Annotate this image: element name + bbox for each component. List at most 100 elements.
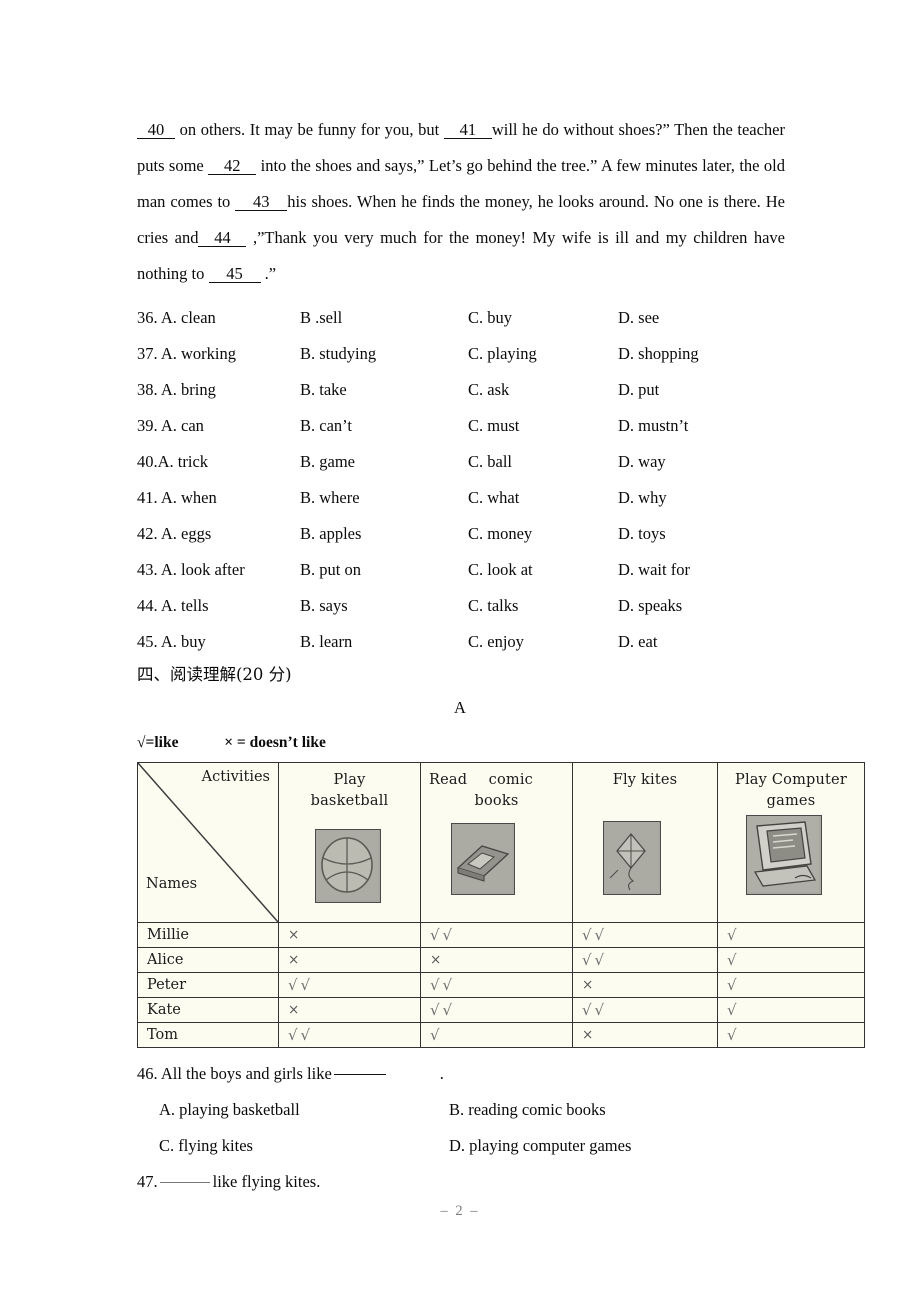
kite-icon [603, 821, 661, 895]
cloze-blank-44[interactable]: 44 [198, 229, 247, 248]
column-header-play-basketball: Play basketball [278, 762, 421, 923]
cloze-blank-42[interactable]: 42 [208, 157, 257, 176]
preference-cell: √ [717, 922, 865, 948]
check-icon: √ [727, 926, 740, 944]
preference-cell: × [278, 947, 421, 973]
preference-cell: √ [420, 1022, 573, 1048]
student-name-cell: Millie [137, 922, 279, 948]
cloze-option-c[interactable]: C. buy [468, 308, 618, 328]
header-line-2: games [766, 793, 816, 809]
option-46-a[interactable]: A. playing basketball [159, 1100, 449, 1120]
cloze-option-a[interactable]: 37. A. working [137, 344, 300, 364]
cloze-option-a[interactable]: 41. A. when [137, 488, 300, 508]
check-icon: √√ [430, 926, 456, 944]
cloze-option-row: 36. A. clean B .sell C. buy D. see [137, 300, 797, 336]
comic-book-icon [451, 823, 515, 895]
cloze-option-b[interactable]: B. put on [300, 560, 468, 580]
table-header-row: Activities Names Play basketball Read co… [137, 762, 865, 923]
question-46-blank[interactable] [333, 1073, 386, 1075]
cloze-option-row: 45. A. buy B. learn C. enjoy D. eat [137, 624, 797, 660]
preference-cell: √ [717, 997, 865, 1023]
student-name-cell: Alice [137, 947, 279, 973]
cloze-option-row: 40.A. trick B. game C. ball D. way [137, 444, 797, 480]
cloze-blank-41[interactable]: 41 [443, 121, 492, 140]
cloze-option-d[interactable]: D. why [618, 488, 778, 508]
cloze-option-b[interactable]: B. take [300, 380, 468, 400]
cloze-option-d[interactable]: D. shopping [618, 344, 778, 364]
cloze-option-a[interactable]: 39. A. can [137, 416, 300, 436]
section-heading: 四、阅读理解(20 分) [137, 665, 292, 684]
cloze-option-c[interactable]: C. what [468, 488, 618, 508]
question-47-blank[interactable] [159, 1181, 210, 1183]
cloze-option-b[interactable]: B. says [300, 596, 468, 616]
cloze-option-a[interactable]: 38. A. bring [137, 380, 300, 400]
table-body: Millie × √√ √√ √ Alice × × √√ √ Peter √√ √√ × √ Kate × √√… [137, 922, 865, 1048]
cloze-option-b[interactable]: B .sell [300, 308, 468, 328]
cloze-option-row: 37. A. working B. studying C. playing D. sh… [137, 336, 797, 372]
cloze-blank-40[interactable]: 40 [137, 121, 175, 140]
cross-icon: × [430, 952, 442, 968]
cloze-option-c[interactable]: C. ball [468, 452, 618, 472]
preference-cell: × [278, 922, 421, 948]
option-46-c[interactable]: C. flying kites [159, 1136, 449, 1156]
corner-header-cell: Activities Names [137, 762, 279, 923]
cloze-option-b[interactable]: B. apples [300, 524, 468, 544]
cloze-option-b[interactable]: B. learn [300, 632, 468, 652]
cloze-option-row: 44. A. tells B. says C. talks D. speaks [137, 588, 797, 624]
preference-cell: √√ [420, 972, 573, 998]
cloze-option-d[interactable]: D. speaks [618, 596, 778, 616]
header-line-1: Read comic [429, 772, 533, 788]
cloze-option-c[interactable]: C. talks [468, 596, 618, 616]
cross-icon: × [288, 952, 300, 968]
cloze-blank-45[interactable]: 45 [208, 265, 261, 284]
part-label: A [454, 698, 466, 717]
cloze-option-b[interactable]: B. game [300, 452, 468, 472]
cloze-option-d[interactable]: D. way [618, 452, 778, 472]
cloze-option-d[interactable]: D. put [618, 380, 778, 400]
check-icon: √√ [582, 951, 608, 969]
cloze-option-d[interactable]: D. toys [618, 524, 778, 544]
cross-icon: × [288, 927, 300, 943]
preference-cell: × [420, 947, 573, 973]
cloze-option-row: 41. A. when B. where C. what D. why [137, 480, 797, 516]
cloze-option-row: 42. A. eggs B. apples C. money D. toys [137, 516, 797, 552]
header-line-1: Play Computer [735, 772, 847, 788]
cloze-option-b[interactable]: B. studying [300, 344, 468, 364]
preference-cell: × [572, 1022, 718, 1048]
cloze-option-d[interactable]: D. see [618, 308, 778, 328]
cloze-option-d[interactable]: D. mustn’t [618, 416, 778, 436]
cloze-option-a[interactable]: 40.A. trick [137, 452, 300, 472]
preference-cell: √√ [572, 997, 718, 1023]
cloze-option-c[interactable]: C. must [468, 416, 618, 436]
student-name-cell: Tom [137, 1022, 279, 1048]
cloze-option-a[interactable]: 42. A. eggs [137, 524, 300, 544]
basketball-icon [315, 829, 381, 903]
column-header-fly-kites: Fly kites [572, 762, 718, 923]
header-line-2: basketball [310, 793, 389, 809]
cloze-option-a[interactable]: 36. A. clean [137, 308, 300, 328]
cloze-option-a[interactable]: 45. A. buy [137, 632, 300, 652]
cloze-option-c[interactable]: C. enjoy [468, 632, 618, 652]
activities-table: Activities Names Play basketball Read co… [137, 762, 865, 1048]
cloze-option-c[interactable]: C. playing [468, 344, 618, 364]
cloze-option-a[interactable]: 43. A. look after [137, 560, 300, 580]
check-icon: √√ [288, 976, 314, 994]
corner-label-names: Names [146, 876, 198, 892]
preference-cell: × [278, 997, 421, 1023]
cloze-blank-43[interactable]: 43 [235, 193, 288, 212]
cloze-option-b[interactable]: B. where [300, 488, 468, 508]
cloze-option-c[interactable]: C. ask [468, 380, 618, 400]
cloze-option-a[interactable]: 44. A. tells [137, 596, 300, 616]
cloze-option-c[interactable]: C. money [468, 524, 618, 544]
preference-cell: √√ [420, 997, 573, 1023]
preference-cell: √√ [572, 922, 718, 948]
question-47: 47. like flying kites. [137, 1164, 797, 1200]
cloze-option-d[interactable]: D. wait for [618, 560, 778, 580]
preference-cell: √ [717, 947, 865, 973]
preference-cell: √√ [420, 922, 573, 948]
cloze-option-d[interactable]: D. eat [618, 632, 778, 652]
option-46-d[interactable]: D. playing computer games [449, 1136, 631, 1156]
cloze-option-b[interactable]: B. can’t [300, 416, 468, 436]
cloze-option-c[interactable]: C. look at [468, 560, 618, 580]
option-46-b[interactable]: B. reading comic books [449, 1100, 606, 1120]
